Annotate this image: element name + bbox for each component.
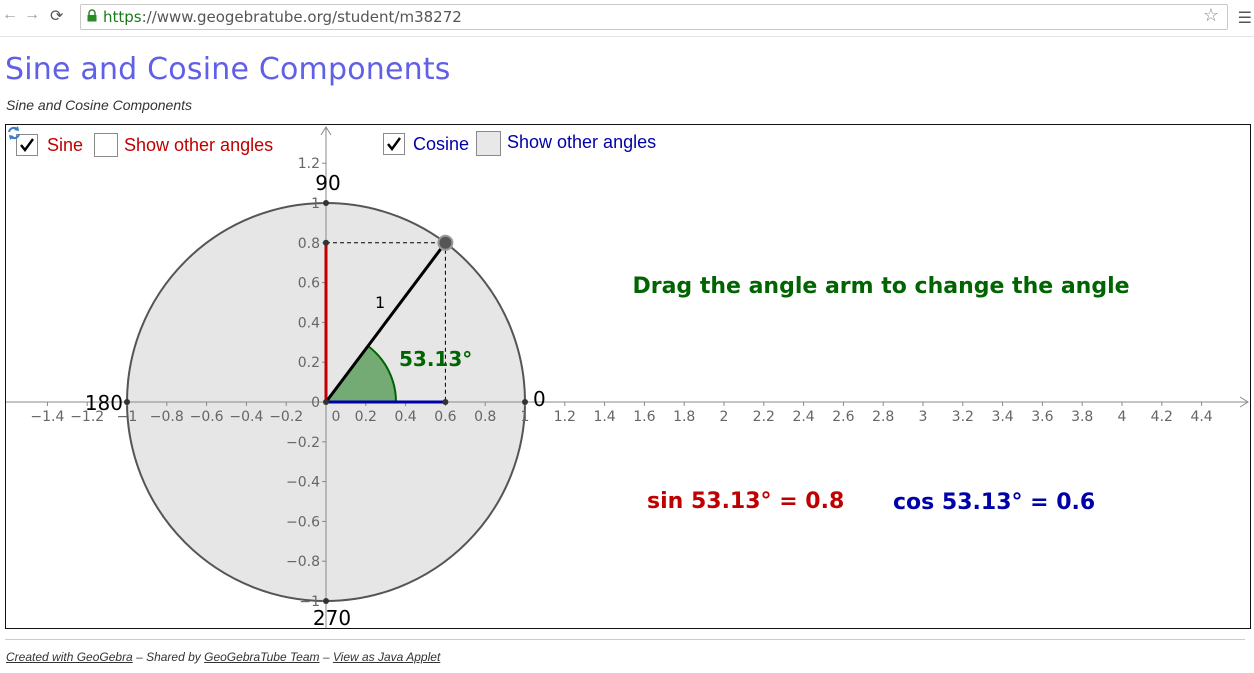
degree-label-0: 0 <box>533 387 546 411</box>
x-tick-label: 2.6 <box>832 409 854 425</box>
x-tick-label: 4.4 <box>1190 409 1212 425</box>
created-with-geogebra-link[interactable]: Created with GeoGebra <box>6 650 133 664</box>
y-tick-label: 1.2 <box>298 156 320 172</box>
x-tick-label: 3.2 <box>952 409 974 425</box>
point <box>522 399 528 405</box>
drag-point[interactable] <box>437 234 454 251</box>
x-tick-label: −0.8 <box>150 409 184 425</box>
page-subtitle: Sine and Cosine Components <box>6 97 193 113</box>
x-tick-label: 3 <box>919 409 928 425</box>
y-tick-label: −0.2 <box>286 435 320 451</box>
sine-other-angles-label[interactable]: Show other angles <box>124 135 273 156</box>
sine-value-text: sin 53.13° = 0.8 <box>647 489 844 514</box>
y-tick-label: −0.6 <box>286 514 320 530</box>
degree-label-180: 180 <box>85 391 123 415</box>
point <box>124 399 130 405</box>
y-tick-label: 0.2 <box>298 355 320 371</box>
point <box>323 239 329 246</box>
degree-label-270: 270 <box>313 606 351 628</box>
forward-icon[interactable]: → <box>24 6 40 24</box>
x-tick-label: 0 <box>332 409 341 425</box>
radius-label: 1 <box>375 293 385 312</box>
cosine-other-angles-checkbox[interactable] <box>476 131 501 156</box>
refresh-icon[interactable] <box>6 125 22 141</box>
sine-other-angles-checkbox[interactable] <box>94 133 118 157</box>
x-tick-label: 1.2 <box>554 409 576 425</box>
footer-separator: – <box>319 650 333 664</box>
footer-shared-by: – Shared by <box>132 650 205 664</box>
geogebratube-team-link[interactable]: GeoGebraTube Team <box>204 650 319 664</box>
cosine-checkbox[interactable] <box>383 133 405 155</box>
y-tick-label: 0 <box>311 395 320 411</box>
geogebra-applet[interactable]: −1.4 −1.2 −1 −0.8 −0.6 −0.4 −0.2 0 0.2 0.4 0.6 0.8 1… <box>5 124 1251 629</box>
graphics-view[interactable]: −1.4 −1.2 −1 −0.8 −0.6 −0.4 −0.2 0 0.2 0.4 0.6 0.8 1… <box>6 125 1250 628</box>
x-tick-label: 3.6 <box>1031 409 1053 425</box>
y-tick-label: 0.4 <box>298 315 320 331</box>
x-tick-label: 4.2 <box>1151 409 1173 425</box>
point <box>442 399 449 405</box>
y-tick-label: 0.6 <box>298 276 320 292</box>
point <box>323 200 329 206</box>
x-tick-label: 0.8 <box>474 409 496 425</box>
y-tick-label: −0.4 <box>286 475 320 491</box>
x-tick-label: 0.2 <box>355 409 377 425</box>
sine-checkbox-label[interactable]: Sine <box>47 135 83 156</box>
address-bar[interactable]: https://www.geogebratube.org/student/m38… <box>80 4 1228 30</box>
x-tick-label: 1.4 <box>593 409 615 425</box>
checkmark-icon <box>387 137 401 151</box>
x-tick-label: 4 <box>1118 409 1127 425</box>
footer-divider <box>5 639 1245 640</box>
point <box>323 598 329 604</box>
x-tick-label: 3.8 <box>1071 409 1093 425</box>
x-tick-label: −0.2 <box>269 409 303 425</box>
angle-label: 53.13° <box>399 347 472 371</box>
cosine-checkbox-label[interactable]: Cosine <box>413 134 469 155</box>
back-icon[interactable]: ← <box>2 6 18 24</box>
x-tick-label: 1.6 <box>633 409 655 425</box>
y-tick-label: 0.8 <box>298 236 320 252</box>
point <box>323 399 329 405</box>
x-tick-label: 2.4 <box>792 409 814 425</box>
url-scheme: https <box>103 8 142 26</box>
instruction-text: Drag the angle arm to change the angle <box>632 274 1129 299</box>
url-rest: ://www.geogebratube.org/student/m38272 <box>141 8 462 26</box>
x-tick-label: 2.2 <box>753 409 775 425</box>
footer: Created with GeoGebra – Shared by GeoGeb… <box>6 650 440 664</box>
x-tick-label: −0.4 <box>229 409 263 425</box>
url-text: https://www.geogebratube.org/student/m38… <box>103 8 462 26</box>
y-tick-label: −0.8 <box>286 554 320 570</box>
bookmark-star-icon[interactable]: ☆ <box>1203 5 1219 26</box>
x-tick-label: 3.4 <box>991 409 1013 425</box>
y-tick-label: 1 <box>311 196 320 212</box>
degree-label-90: 90 <box>315 171 340 195</box>
browser-toolbar: ← → ⟳ https://www.geogebratube.org/stude… <box>0 0 1254 37</box>
x-tick-label: 0.4 <box>394 409 416 425</box>
x-tick-label: 2.8 <box>872 409 894 425</box>
page-title: Sine and Cosine Components <box>5 52 451 87</box>
x-tick-label: 1 <box>521 409 530 425</box>
cosine-other-angles-label[interactable]: Show other angles <box>507 132 656 153</box>
cosine-value-text: cos 53.13° = 0.6 <box>893 490 1095 515</box>
reload-icon[interactable]: ⟳ <box>50 6 63 26</box>
x-tick-label: 0.6 <box>434 409 456 425</box>
lock-icon <box>87 9 97 22</box>
x-tick-label: 2 <box>720 409 729 425</box>
view-java-applet-link[interactable]: View as Java Applet <box>333 650 440 664</box>
x-tick-label: −0.6 <box>190 409 224 425</box>
menu-icon[interactable]: ☰ <box>1238 8 1252 28</box>
x-tick-label: −1.4 <box>30 409 64 425</box>
x-tick-label: 1.8 <box>673 409 695 425</box>
